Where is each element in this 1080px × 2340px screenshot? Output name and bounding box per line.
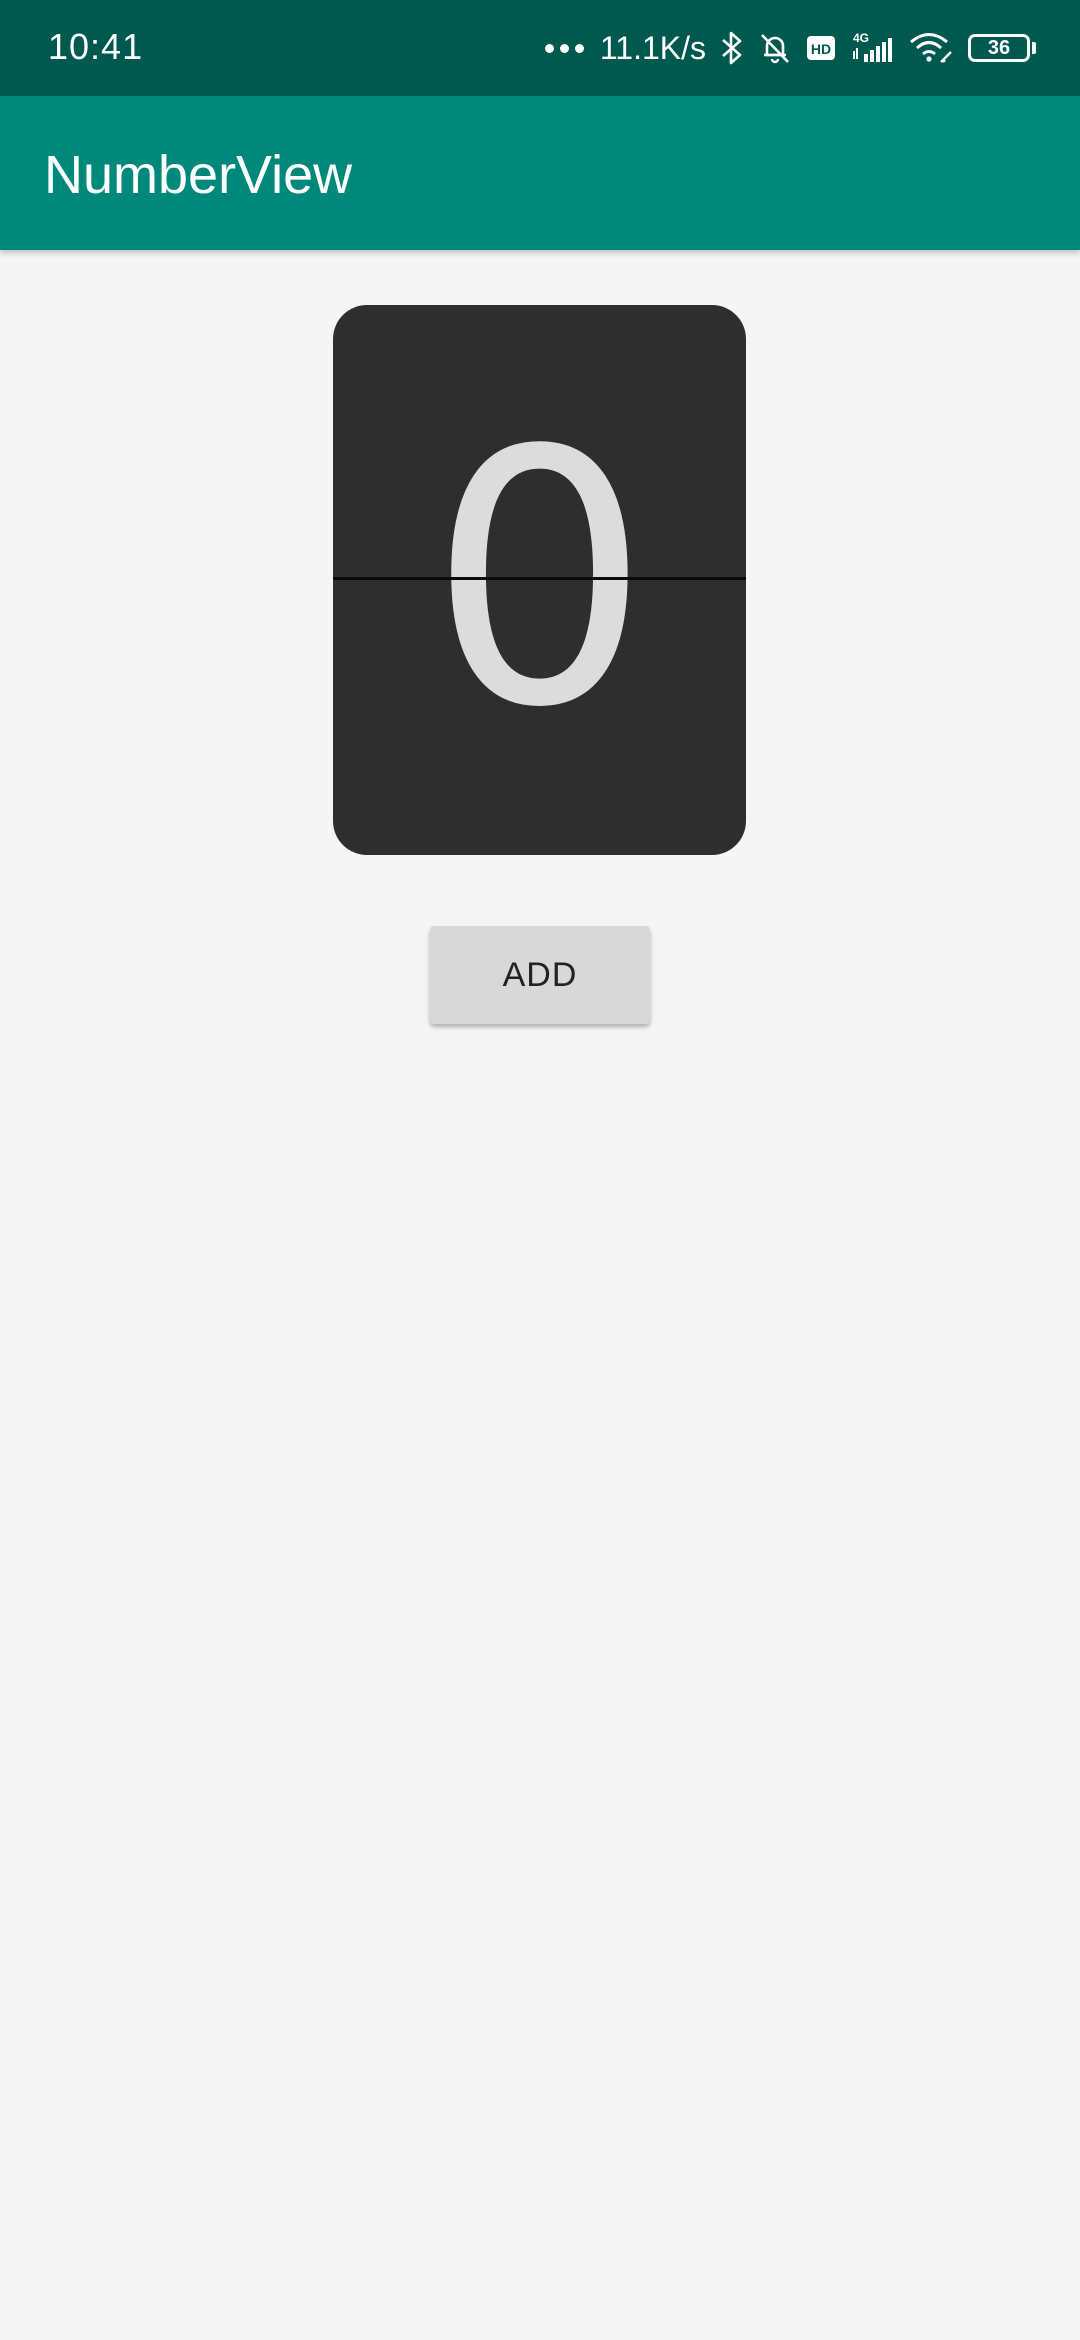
battery-icon: 36 [968,34,1036,62]
network-type: 4G [853,31,869,45]
add-button[interactable]: ADD [430,926,650,1024]
net-speed: 11.1K/s [599,29,706,66]
status-icons: 11.1K/s HD 4G 36 [544,22,1036,74]
hd-icon-label: HD [811,41,831,57]
status-time: 10:41 [48,26,144,67]
app-bar: NumberView [0,96,1080,250]
bell-off-icon [758,31,792,65]
signal-4g-icon: 4G [850,30,894,66]
app-title: NumberView [44,145,353,205]
hd-icon: HD [806,34,836,62]
flip-digit: 0 [428,376,651,784]
wifi-icon [908,31,954,65]
bluetooth-icon [720,31,744,65]
status-bar: 10:41 11.1K/s HD 4G 36 [0,0,1080,96]
dots-icon [544,43,584,53]
flip-divider [333,577,746,580]
number-flip-card: 0 [333,305,746,855]
battery-level: 36 [968,34,1030,62]
